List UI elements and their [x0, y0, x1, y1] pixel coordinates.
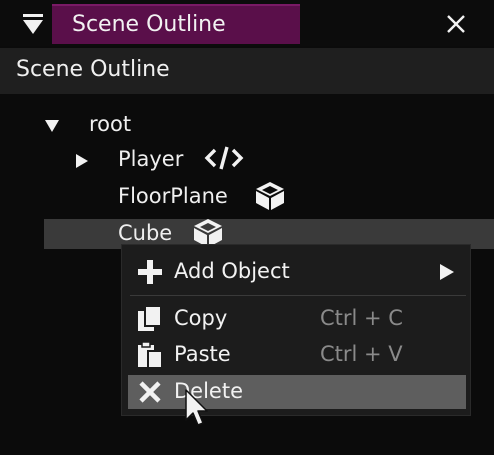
menu-item-paste[interactable]: Paste Ctrl + V [128, 338, 466, 372]
mouse-cursor-icon [185, 389, 208, 426]
copy-icon [138, 305, 162, 331]
tree-label-floorplane: FloorPlane [118, 184, 228, 208]
scene-outline-window: Scene Outline Scene Outline root Player [0, 0, 494, 455]
menu-label-copy: Copy [174, 306, 228, 330]
tree-label-player: Player [118, 147, 184, 171]
plus-icon [138, 260, 162, 284]
paste-icon [138, 341, 163, 369]
tree-label-root: root [89, 112, 132, 136]
panel-header: Scene Outline [0, 48, 494, 94]
close-button[interactable] [440, 8, 472, 40]
close-icon [447, 15, 465, 33]
tab-scene-outline[interactable]: Scene Outline [52, 4, 300, 44]
menu-separator [130, 295, 466, 296]
tree-row-floorplane[interactable]: FloorPlane [70, 182, 460, 212]
expanded-arrow-icon[interactable] [44, 118, 60, 134]
menu-label-add-object: Add Object [174, 259, 290, 283]
tree-row-root[interactable]: root [40, 110, 460, 140]
menu-item-delete[interactable]: Delete [128, 375, 466, 409]
collapse-window-button[interactable] [16, 10, 50, 38]
context-menu: Add Object Copy Ctrl + C Paste Ctrl + V [121, 244, 471, 416]
tree-row-player[interactable]: Player [70, 145, 460, 175]
menu-label-paste: Paste [174, 342, 231, 366]
menu-shortcut-paste: Ctrl + V [320, 342, 403, 366]
menu-item-copy[interactable]: Copy Ctrl + C [128, 302, 466, 336]
x-icon [139, 381, 161, 403]
code-icon [204, 146, 244, 170]
submenu-arrow-icon [440, 264, 454, 280]
cube-icon [256, 182, 284, 210]
tab-label: Scene Outline [72, 12, 226, 37]
collapsed-arrow-icon[interactable] [74, 153, 90, 169]
title-bar: Scene Outline [0, 0, 494, 46]
panel-title: Scene Outline [16, 57, 170, 82]
menu-shortcut-copy: Ctrl + C [320, 306, 403, 330]
collapse-triangle-icon [23, 14, 43, 34]
menu-item-add-object[interactable]: Add Object [128, 255, 466, 289]
tree-label-cube: Cube [118, 221, 173, 245]
